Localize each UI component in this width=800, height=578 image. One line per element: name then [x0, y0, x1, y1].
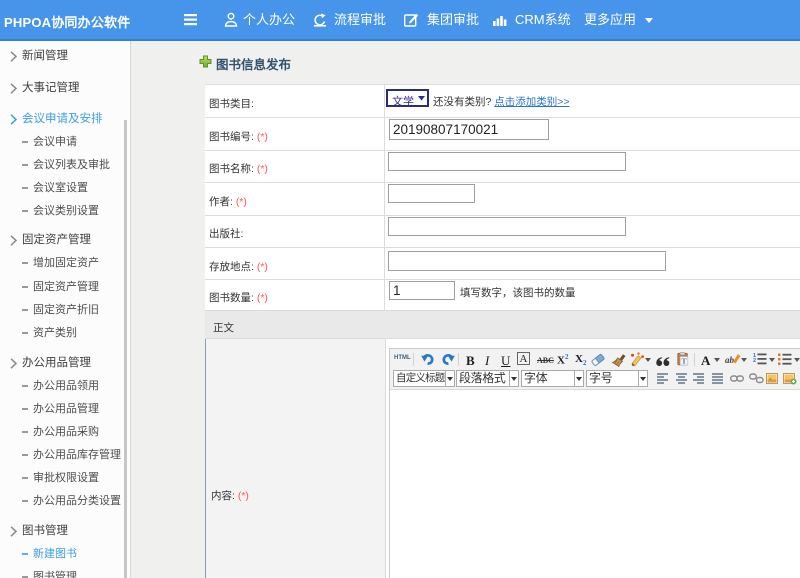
svg-text:ab: ab — [725, 355, 735, 365]
svg-text:2: 2 — [753, 358, 756, 364]
svg-text:T: T — [681, 357, 686, 366]
